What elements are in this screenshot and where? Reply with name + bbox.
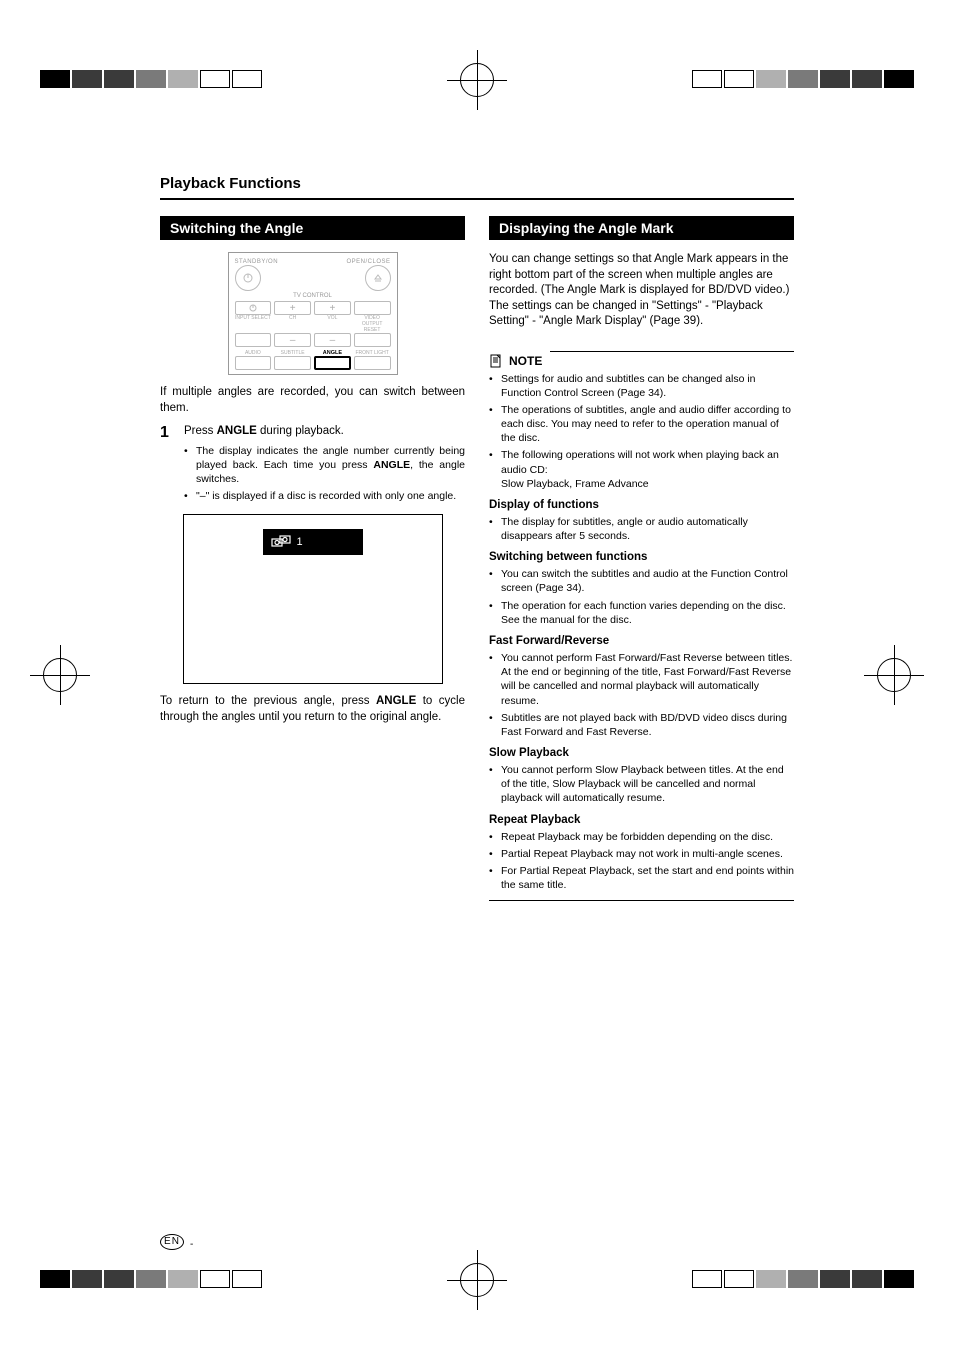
- bullet: The following operations will not work w…: [489, 448, 794, 491]
- crop-marks-bottom: [0, 1240, 954, 1310]
- angle-mark-icon: [271, 535, 289, 549]
- remote-btn: [235, 301, 272, 315]
- subhead-switching-functions: Switching between functions: [489, 551, 794, 563]
- display-number: 1: [297, 536, 303, 548]
- bullet: Subtitles are not played back with BD/DV…: [489, 711, 794, 739]
- bullet: The operations of subtitles, angle and a…: [489, 403, 794, 446]
- note-label: NOTE: [509, 354, 542, 368]
- remote-btn: –: [314, 333, 351, 347]
- end-rule: [489, 900, 794, 901]
- remote-btn: +: [274, 301, 311, 315]
- section-bar-switching-angle: Switching the Angle: [160, 216, 465, 240]
- bullet: You can switch the subtitles and audio a…: [489, 567, 794, 595]
- bullet: "–" is displayed if a disc is recorded w…: [184, 489, 465, 503]
- note-icon: [489, 354, 503, 368]
- remote-btn: [354, 333, 391, 347]
- crop-marks-top: [0, 40, 954, 110]
- power-icon: [235, 265, 261, 291]
- bullet: Repeat Playback may be forbidden dependi…: [489, 830, 794, 844]
- remote-label: CH: [274, 315, 311, 333]
- color-swatches-left: [40, 70, 262, 88]
- bullet: The display indicates the angle number c…: [184, 444, 465, 487]
- remote-btn: +: [314, 301, 351, 315]
- eject-icon: [365, 265, 391, 291]
- note-header-row: NOTE: [489, 338, 794, 368]
- step-text: Press: [184, 425, 217, 437]
- registration-mark-left: [30, 645, 90, 705]
- color-swatches-bottom-right: [692, 1270, 914, 1288]
- display-overlay: 1: [263, 529, 363, 555]
- remote-label: VIDEO OUTPUT RESET: [354, 315, 391, 333]
- remote-label-standby: STANDBY/ON: [235, 259, 279, 265]
- section-bar-angle-mark: Displaying the Angle Mark: [489, 216, 794, 240]
- bullet: You cannot perform Fast Forward/Fast Rev…: [489, 651, 794, 708]
- registration-mark-center: [447, 50, 507, 110]
- remote-btn: [354, 301, 391, 315]
- subhead-ff: Fast Forward/Reverse: [489, 635, 794, 647]
- remote-btn: [354, 356, 391, 370]
- remote-label: INPUT SELECT: [235, 315, 272, 333]
- remote-illustration: STANDBY/ON OPEN/CLOSE TV CONTROL + +: [228, 252, 398, 375]
- remote-label-openclose: OPEN/CLOSE: [346, 259, 390, 265]
- bullet: For Partial Repeat Playback, set the sta…: [489, 864, 794, 892]
- intro-text: If multiple angles are recorded, you can…: [160, 385, 465, 416]
- right-column: Displaying the Angle Mark You can change…: [489, 216, 794, 901]
- left-column: Switching the Angle STANDBY/ON OPEN/CLOS…: [160, 216, 465, 901]
- page-content: Playback Functions Switching the Angle S…: [160, 175, 794, 1200]
- step-number: 1: [160, 424, 174, 506]
- remote-btn: –: [274, 333, 311, 347]
- page-title: Playback Functions: [160, 175, 794, 192]
- title-rule: [160, 198, 794, 200]
- outro-text: To return to the previous angle, press A…: [160, 694, 465, 725]
- remote-label-tv: TV CONTROL: [235, 293, 391, 299]
- step-text-bold: ANGLE: [217, 425, 257, 437]
- step-1: 1 Press ANGLE during playback. The displ…: [160, 424, 465, 506]
- remote-btn: [235, 356, 272, 370]
- bullet: Settings for audio and subtitles can be …: [489, 372, 794, 400]
- bullet: Partial Repeat Playback may not work in …: [489, 847, 794, 861]
- bullet: The display for subtitles, angle or audi…: [489, 515, 794, 543]
- registration-mark-bottom: [447, 1250, 507, 1310]
- color-swatches-right: [692, 70, 914, 88]
- remote-label: VOL: [314, 315, 351, 333]
- subhead-repeat: Repeat Playback: [489, 814, 794, 826]
- remote-btn: [235, 333, 272, 347]
- note-rule: [550, 351, 794, 352]
- note-bullets: Settings for audio and subtitles can be …: [489, 372, 794, 491]
- bullet: You cannot perform Slow Playback between…: [489, 763, 794, 806]
- angle-mark-paragraph: You can change settings so that Angle Ma…: [489, 252, 794, 330]
- subhead-slow: Slow Playback: [489, 747, 794, 759]
- bullet: The operation for each function varies d…: [489, 599, 794, 627]
- display-example: 1: [183, 514, 443, 684]
- remote-btn-angle: [314, 356, 351, 370]
- footer-lang-badge: EN: [160, 1234, 184, 1250]
- remote-btn: [274, 356, 311, 370]
- step-text: during playback.: [257, 425, 344, 437]
- registration-mark-right: [864, 645, 924, 705]
- color-swatches-bottom-left: [40, 1270, 262, 1288]
- footer-dash: -: [190, 1239, 193, 1250]
- subhead-display-functions: Display of functions: [489, 499, 794, 511]
